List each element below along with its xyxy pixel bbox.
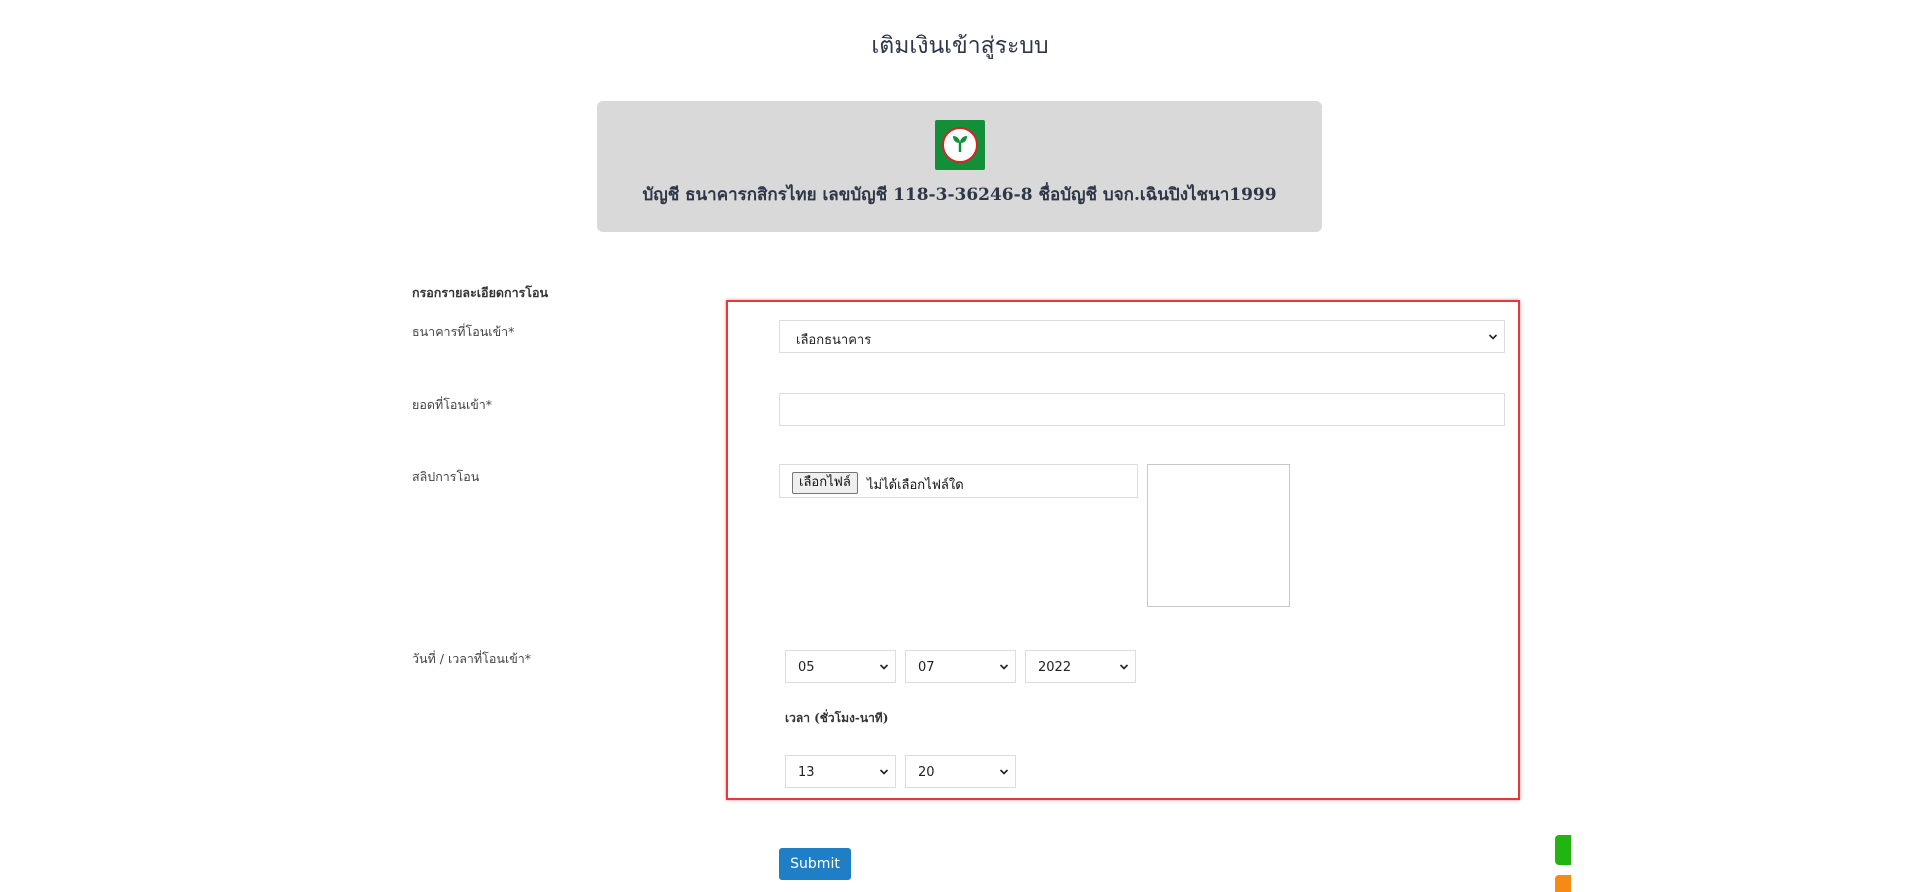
day-select[interactable]: 05 (785, 650, 896, 683)
floating-contact-button-orange[interactable] (1555, 875, 1571, 892)
chevron-down-icon (1488, 333, 1498, 340)
minute-select-value: 20 (918, 765, 935, 780)
year-select[interactable]: 2022 (1025, 650, 1136, 683)
page-title: เติมเงินเข้าสู่ระบบ (871, 33, 1049, 59)
chevron-down-icon (879, 768, 889, 775)
amount-field-label: ยอดที่โอนเข้า* (412, 397, 493, 412)
datetime-field-label: วันที่ / เวลาที่โอนเข้า* (412, 651, 532, 666)
amount-input[interactable] (779, 393, 1505, 426)
file-status-text: ไม่ได้เลือกไฟล์ใด (867, 478, 964, 493)
slip-preview-image (1147, 464, 1290, 607)
time-label: เวลา (ชั่วโมง-นาที) (785, 711, 889, 725)
slip-field-label: สลิปการโอน (412, 469, 480, 484)
day-select-value: 05 (798, 660, 815, 675)
choose-file-button[interactable]: เลือกไฟล์ (792, 472, 858, 494)
hour-select-value: 13 (798, 765, 815, 780)
bank-account-card: บัญชี ธนาคารกสิกรไทย เลขบัญชี 118-3-3624… (597, 101, 1322, 232)
topup-page: เติมเงินเข้าสู่ระบบ บัญชี ธนาคารกสิกรไทย… (0, 0, 1920, 892)
bank-field-label: ธนาคารที่โอนเข้า* (412, 324, 515, 339)
chevron-down-icon (999, 768, 1009, 775)
kasikorn-bank-logo-icon (935, 120, 985, 170)
year-select-value: 2022 (1038, 660, 1072, 675)
chevron-down-icon (999, 663, 1009, 670)
bank-select[interactable]: เลือกธนาคาร (779, 320, 1505, 353)
month-select-value: 07 (918, 660, 935, 675)
slip-file-input[interactable]: เลือกไฟล์ ไม่ได้เลือกไฟล์ใด (779, 464, 1138, 498)
bank-select-value: เลือกธนาคาร (796, 333, 872, 348)
month-select[interactable]: 07 (905, 650, 1016, 683)
bank-account-info: บัญชี ธนาคารกสิกรไทย เลขบัญชี 118-3-3624… (642, 185, 1277, 205)
floating-contact-button-green[interactable] (1555, 835, 1571, 865)
section-label: กรอกรายละเอียดการโอน (412, 285, 549, 300)
chevron-down-icon (1119, 663, 1129, 670)
submit-button[interactable]: Submit (779, 848, 851, 880)
chevron-down-icon (879, 663, 889, 670)
minute-select[interactable]: 20 (905, 755, 1016, 788)
hour-select[interactable]: 13 (785, 755, 896, 788)
